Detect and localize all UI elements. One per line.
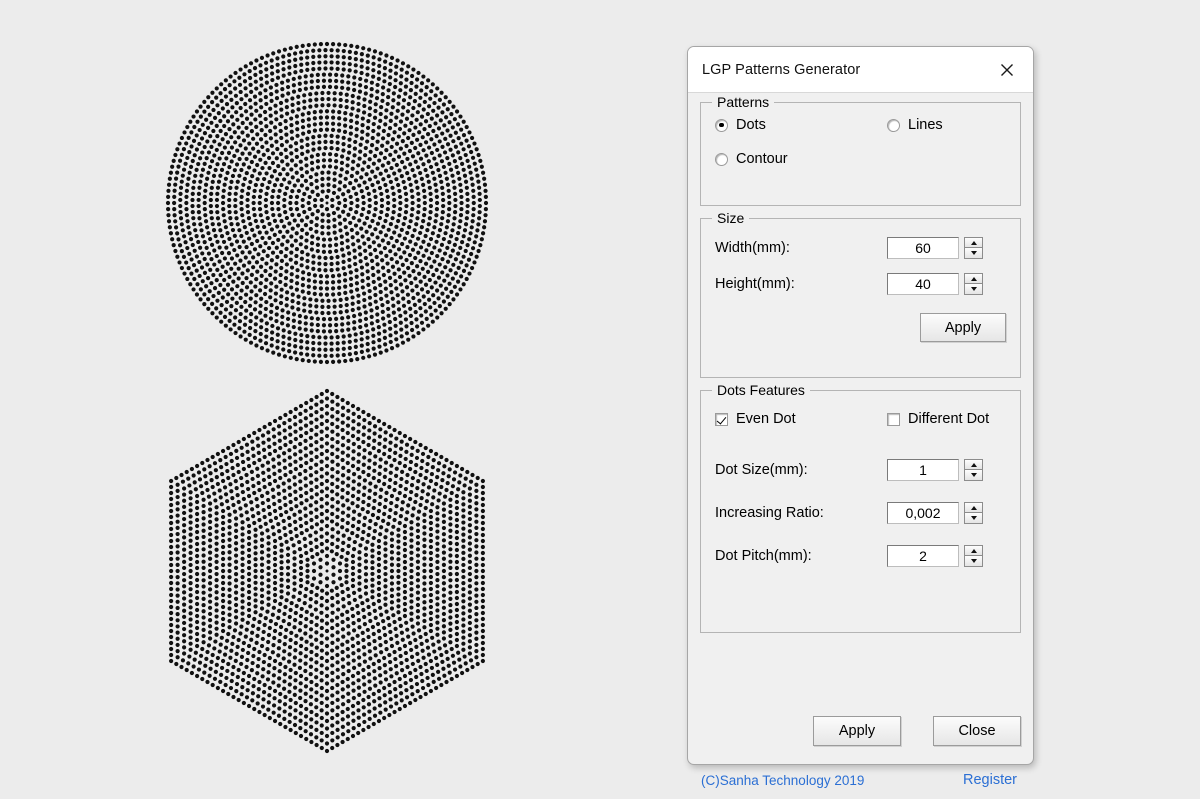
checkbox-even-dot[interactable]: Even Dot: [715, 411, 887, 427]
checkbox-different-dot[interactable]: Different Dot: [887, 411, 989, 427]
radio-dots[interactable]: Dots: [715, 117, 887, 133]
close-icon[interactable]: [992, 56, 1022, 84]
dot-pitch-spin-up-icon[interactable]: [964, 545, 983, 556]
checkbox-even-dot-label: Even Dot: [736, 411, 796, 427]
size-apply-button[interactable]: Apply: [920, 313, 1006, 342]
height-spin-buttons[interactable]: [964, 273, 983, 295]
lgp-patterns-generator-dialog: LGP Patterns Generator Patterns Dots Lin…: [687, 46, 1034, 788]
width-spinner[interactable]: 60: [887, 237, 983, 259]
dot-size-field-row: Dot Size(mm): 1: [715, 459, 1006, 481]
increasing-ratio-input[interactable]: 0,002: [887, 502, 959, 524]
register-link[interactable]: Register: [963, 772, 1017, 788]
dialog-titlebar: LGP Patterns Generator: [688, 47, 1033, 93]
checkbox-even-dot-mark: [715, 412, 728, 426]
footer-close-button[interactable]: Close: [933, 716, 1021, 746]
width-label: Width(mm):: [715, 240, 790, 256]
footer-links: (C)Sanha Technology 2019 Register: [701, 772, 1017, 788]
size-group-title: Size: [712, 210, 750, 226]
width-field-row: Width(mm): 60: [715, 237, 1006, 259]
radio-dots-label: Dots: [736, 117, 766, 133]
checkbox-different-dot-label: Different Dot: [908, 411, 990, 427]
pattern-preview-svg: [165, 41, 489, 754]
copyright-text: (C)Sanha Technology 2019: [701, 772, 865, 788]
dialog-title: LGP Patterns Generator: [702, 61, 861, 78]
dot-pitch-input[interactable]: 2: [887, 545, 959, 567]
increasing-ratio-spin-buttons[interactable]: [964, 502, 983, 524]
increasing-ratio-spin-down-icon[interactable]: [964, 513, 983, 524]
dot-pitch-field-row: Dot Pitch(mm): 2: [715, 545, 1006, 567]
dot-pitch-spinner[interactable]: 2: [887, 545, 983, 567]
increasing-ratio-field-row: Increasing Ratio: 0,002: [715, 502, 1006, 524]
height-field-row: Height(mm): 40: [715, 273, 1006, 295]
dialog-body: Patterns Dots Lines Contour Size Width(m…: [688, 93, 1033, 788]
dot-size-spin-up-icon[interactable]: [964, 459, 983, 470]
height-input[interactable]: 40: [887, 273, 959, 295]
dot-pitch-spin-buttons[interactable]: [964, 545, 983, 567]
radio-lines-label: Lines: [908, 117, 943, 133]
height-label: Height(mm):: [715, 276, 795, 292]
dots-features-group-title: Dots Features: [712, 382, 810, 398]
height-spinner[interactable]: 40: [887, 273, 983, 295]
size-groupbox: Size Width(mm): 60 Height(mm): 40 Apply: [700, 210, 1021, 378]
width-spin-buttons[interactable]: [964, 237, 983, 259]
pattern-preview-canvas: [0, 0, 680, 799]
dot-size-input[interactable]: 1: [887, 459, 959, 481]
dot-size-spinner[interactable]: 1: [887, 459, 983, 481]
increasing-ratio-spin-up-icon[interactable]: [964, 502, 983, 513]
height-spin-down-icon[interactable]: [964, 284, 983, 295]
dot-size-spin-buttons[interactable]: [964, 459, 983, 481]
patterns-groupbox: Patterns Dots Lines Contour: [700, 94, 1021, 206]
dot-pitch-label: Dot Pitch(mm):: [715, 548, 812, 564]
screen: LGP Patterns Generator Patterns Dots Lin…: [0, 0, 1200, 799]
dot-size-label: Dot Size(mm):: [715, 462, 808, 478]
footer-buttons: Apply Close: [700, 716, 1021, 746]
width-input[interactable]: 60: [887, 237, 959, 259]
patterns-group-title: Patterns: [712, 94, 775, 110]
width-spin-down-icon[interactable]: [964, 248, 983, 259]
radio-contour[interactable]: Contour: [715, 151, 788, 167]
dot-pitch-spin-down-icon[interactable]: [964, 556, 983, 567]
radio-dots-mark: [715, 118, 728, 132]
radio-lines[interactable]: Lines: [887, 117, 943, 133]
radio-contour-label: Contour: [736, 151, 788, 167]
radio-lines-mark: [887, 118, 900, 132]
increasing-ratio-label: Increasing Ratio:: [715, 505, 824, 521]
dots-features-groupbox: Dots Features Even Dot Different Dot Dot…: [700, 382, 1021, 633]
width-spin-up-icon[interactable]: [964, 237, 983, 248]
radio-contour-mark: [715, 152, 728, 166]
footer-apply-button[interactable]: Apply: [813, 716, 901, 746]
dot-size-spin-down-icon[interactable]: [964, 470, 983, 481]
height-spin-up-icon[interactable]: [964, 273, 983, 284]
increasing-ratio-spinner[interactable]: 0,002: [887, 502, 983, 524]
checkbox-different-dot-mark: [887, 412, 900, 426]
